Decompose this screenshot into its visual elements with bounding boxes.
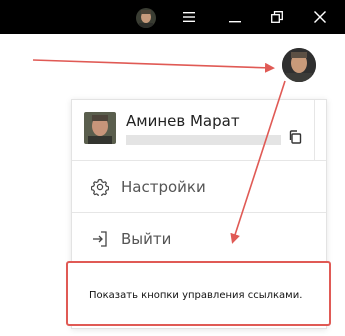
user-photo	[84, 112, 116, 144]
menu-item-logout-label: Выйти	[121, 230, 172, 248]
arrow-to-avatar	[32, 59, 275, 73]
copy-icon[interactable]	[286, 128, 304, 146]
window-titlebar	[0, 0, 345, 34]
user-email-redacted	[126, 135, 281, 145]
menu-item-settings[interactable]: Настройки	[72, 161, 326, 213]
annotation-box: Показать кнопки управления ссылками.	[66, 261, 331, 326]
menu-icon[interactable]	[176, 4, 202, 30]
user-name: Аминев Марат	[126, 112, 240, 130]
close-icon[interactable]	[307, 4, 333, 30]
profile-avatar-button[interactable]	[282, 48, 316, 82]
menu-item-logout[interactable]: Выйти	[72, 213, 326, 265]
user-info-row: Аминев Марат	[72, 100, 326, 161]
logout-icon	[90, 229, 110, 249]
minimize-icon[interactable]	[222, 4, 248, 30]
menu-item-settings-label: Настройки	[121, 177, 206, 196]
user-avatar-icon[interactable]	[136, 8, 156, 28]
restore-icon[interactable]	[264, 4, 290, 30]
annotation-text: Показать кнопки управления ссылками.	[89, 290, 303, 301]
divider	[314, 100, 315, 160]
gear-icon	[90, 177, 110, 197]
